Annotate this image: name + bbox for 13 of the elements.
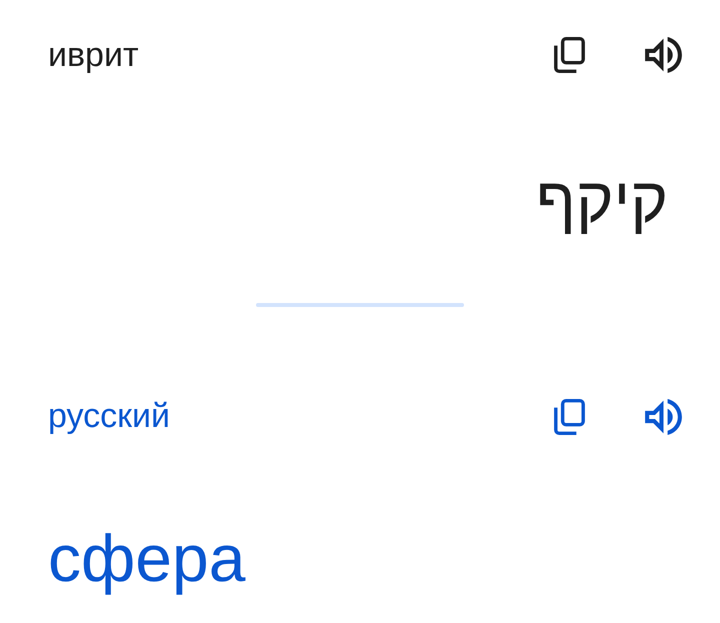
- speaker-icon: [645, 398, 682, 435]
- copy-button[interactable]: [554, 37, 585, 73]
- drag-handle[interactable]: [256, 302, 464, 307]
- speaker-button[interactable]: [645, 398, 682, 435]
- translated-text: сфера: [48, 520, 246, 595]
- copy-icon: [554, 398, 585, 435]
- copy-button[interactable]: [554, 398, 585, 435]
- source-text: קיקף: [536, 164, 668, 236]
- speaker-icon: [645, 37, 682, 73]
- language-label: иврит: [48, 34, 139, 76]
- copy-icon: [554, 37, 585, 73]
- language-label: русский: [48, 396, 170, 438]
- speaker-button[interactable]: [645, 37, 682, 73]
